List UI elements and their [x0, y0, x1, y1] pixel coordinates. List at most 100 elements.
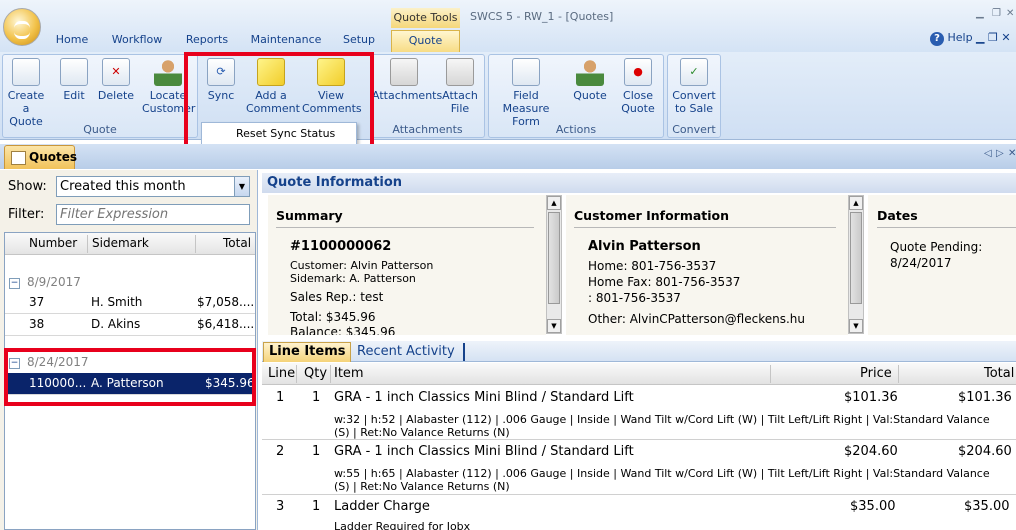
attach-file-button[interactable]: Attach File: [440, 56, 480, 122]
line-total: $101.36: [958, 390, 1012, 405]
minimize-icon[interactable]: ▁: [976, 8, 984, 19]
line-number: 1: [276, 390, 285, 405]
column-divider: [898, 365, 899, 383]
show-select-value: Created this month: [60, 179, 186, 194]
column-divider: [770, 365, 771, 383]
column-qty[interactable]: Qty: [304, 366, 327, 381]
close-icon[interactable]: ✕: [1006, 8, 1014, 19]
tab-setup[interactable]: Setup: [336, 30, 382, 52]
line-item-row[interactable]: 3 1 Ladder Charge $35.00 $35.00 Ladder R…: [262, 495, 1016, 530]
column-number[interactable]: Number: [29, 236, 77, 250]
divider: [574, 227, 836, 228]
column-divider: [87, 235, 88, 253]
restore-icon[interactable]: ❐: [992, 8, 1001, 19]
column-price[interactable]: Price: [860, 366, 892, 381]
tab-scroll-right-icon[interactable]: ▷: [996, 148, 1004, 159]
convert-to-sale-label: Convert to Sale: [672, 89, 716, 115]
attachments-label: Attachments: [372, 89, 443, 102]
divider: [877, 227, 1016, 228]
scroll-up-icon[interactable]: ▲: [849, 196, 863, 210]
close-quote-button[interactable]: ● Close Quote: [618, 56, 658, 122]
summary-balance: Balance: $345.96: [290, 325, 396, 335]
create-quote-label: Create a Quote: [7, 89, 45, 128]
group-attachments-label: Attachments: [392, 123, 463, 136]
customer-scrollbar[interactable]: ▲ ▼: [848, 195, 864, 334]
row-sidemark: H. Smith: [91, 295, 143, 309]
collapse-icon[interactable]: −: [9, 278, 20, 289]
help-icon: ?: [930, 32, 944, 46]
line-qty: 1: [312, 444, 321, 459]
column-sidemark[interactable]: Sidemark: [92, 236, 149, 250]
line-price: $35.00: [850, 499, 896, 514]
field-measure-label: Field Measure Form: [502, 89, 550, 128]
tab-home[interactable]: Home: [50, 30, 94, 52]
quote-button[interactable]: Quote: [568, 56, 612, 122]
tab-scroll-left-icon[interactable]: ◁: [984, 148, 992, 159]
table-row[interactable]: 37 H. Smith $7,058....: [5, 292, 255, 314]
quote-pending-label: Quote Pending:: [890, 240, 983, 254]
column-total[interactable]: Total: [223, 236, 251, 250]
tab-quote[interactable]: Quote: [391, 30, 460, 52]
row-number: 37: [29, 295, 45, 309]
column-total[interactable]: Total: [984, 366, 1014, 381]
pencil-edit-icon: [60, 58, 88, 86]
summary-scrollbar[interactable]: ▲ ▼: [546, 195, 562, 334]
attachments-button[interactable]: Attachments: [372, 56, 442, 122]
summary-customer: Customer: Alvin Patterson: [290, 259, 434, 272]
tab-recent-activity[interactable]: Recent Activity: [353, 343, 465, 361]
customer-email: Other: AlvinCPatterson@fleckens.hu: [588, 312, 805, 326]
line-item-row[interactable]: 2 1 GRA - 1 inch Classics Mini Blind / S…: [262, 440, 1016, 495]
line-description: w:55 | h:65 | Alabaster (112) | .006 Gau…: [334, 467, 990, 493]
line-total: $35.00: [964, 499, 1010, 514]
tab-line-items[interactable]: Line Items: [263, 342, 351, 362]
ribbon-minimize-icon[interactable]: ▁ ❐ ✕: [976, 31, 1011, 44]
tab-workflow[interactable]: Workflow: [104, 30, 170, 52]
scroll-down-icon[interactable]: ▼: [547, 319, 561, 333]
line-items-header: Line Qty Item Price Total: [262, 363, 1016, 385]
tab-reports[interactable]: Reports: [180, 30, 234, 52]
quote-person-icon: [576, 58, 604, 86]
scroll-up-icon[interactable]: ▲: [547, 196, 561, 210]
scroll-down-icon[interactable]: ▼: [849, 319, 863, 333]
delete-button[interactable]: ✕ Delete: [96, 56, 136, 122]
quote-pending-date: 8/24/2017: [890, 256, 952, 270]
summary-total: Total: $345.96: [290, 310, 376, 324]
column-item[interactable]: Item: [334, 366, 364, 381]
chevron-down-icon[interactable]: ▼: [234, 177, 249, 196]
filter-input[interactable]: [56, 204, 250, 225]
summary-sidemark: Sidemark: A. Patterson: [290, 272, 416, 285]
tab-close-icon[interactable]: ✕: [1008, 148, 1016, 159]
row-number: 38: [29, 317, 45, 331]
row-total: $6,418....: [197, 317, 255, 331]
summary-sales-rep: Sales Rep.: test: [290, 290, 384, 304]
customer-other-phone: : 801-756-3537: [588, 291, 681, 305]
line-item-name: Ladder Charge: [334, 499, 430, 514]
line-item-name: GRA - 1 inch Classics Mini Blind / Stand…: [334, 390, 634, 405]
field-measure-form-button[interactable]: Field Measure Form: [490, 56, 562, 128]
edit-button[interactable]: Edit: [56, 56, 92, 122]
window-title: SWCS 5 - RW_1 - [Quotes]: [470, 10, 614, 23]
quote-information-header: Quote Information: [262, 173, 1016, 193]
customer-info-title: Customer Information: [574, 208, 730, 223]
show-select[interactable]: Created this month ▼: [56, 176, 250, 197]
attach-file-icon: [446, 58, 474, 86]
delete-icon: ✕: [102, 58, 130, 86]
tab-quotes[interactable]: Quotes: [4, 145, 77, 169]
column-line[interactable]: Line: [268, 366, 295, 381]
scroll-thumb[interactable]: [850, 212, 862, 304]
application-orb-button[interactable]: [3, 8, 41, 46]
customer-name: Alvin Patterson: [588, 239, 701, 254]
scroll-thumb[interactable]: [548, 212, 560, 304]
line-item-row[interactable]: 1 1 GRA - 1 inch Classics Mini Blind / S…: [262, 386, 1016, 440]
delete-label: Delete: [97, 89, 135, 102]
divider: [276, 227, 534, 228]
new-document-icon: [12, 58, 40, 86]
table-row[interactable]: 38 D. Akins $6,418....: [5, 314, 255, 336]
line-total: $204.60: [958, 444, 1012, 459]
quote-number: #1100000062: [290, 239, 392, 254]
help-button[interactable]: ? Help: [930, 31, 973, 46]
document-tab-bar: [0, 144, 1016, 169]
convert-to-sale-button[interactable]: ✓ Convert to Sale: [669, 56, 719, 122]
create-quote-button[interactable]: Create a Quote: [4, 56, 48, 128]
tab-maintenance[interactable]: Maintenance: [248, 30, 324, 52]
